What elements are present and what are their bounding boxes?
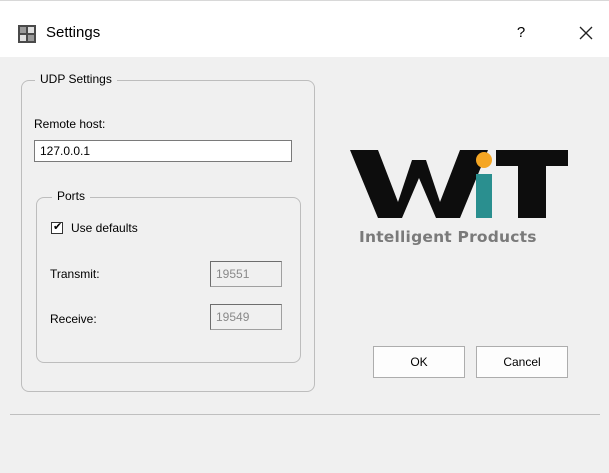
logo-i-dot [476,152,492,168]
window-title: Settings [46,24,101,41]
title-bar: Settings ? [0,0,609,57]
close-icon[interactable] [572,19,600,47]
use-defaults-checkbox[interactable]: ✔ [51,221,63,234]
use-defaults-label[interactable]: Use defaults [71,221,138,235]
cancel-button[interactable]: Cancel [476,346,568,378]
logo-i-stem [476,174,492,218]
help-button[interactable]: ? [509,21,533,45]
settings-app-icon [18,25,36,43]
ports-legend: Ports [52,189,91,203]
ok-button[interactable]: OK [373,346,465,378]
logo-t-stem [518,150,546,218]
receive-port-input[interactable] [210,304,282,330]
footer-divider [10,414,600,415]
receive-label: Receive: [50,312,97,326]
transmit-label: Transmit: [50,267,100,281]
logo-tagline: Intelligent Products [359,228,537,246]
remote-host-input[interactable] [34,140,292,162]
udp-settings-legend: UDP Settings [35,72,117,86]
transmit-port-input[interactable] [210,261,282,287]
logo-w-shape [350,150,488,218]
remote-host-label: Remote host: [34,117,106,131]
checkmark-icon: ✔ [53,221,63,233]
